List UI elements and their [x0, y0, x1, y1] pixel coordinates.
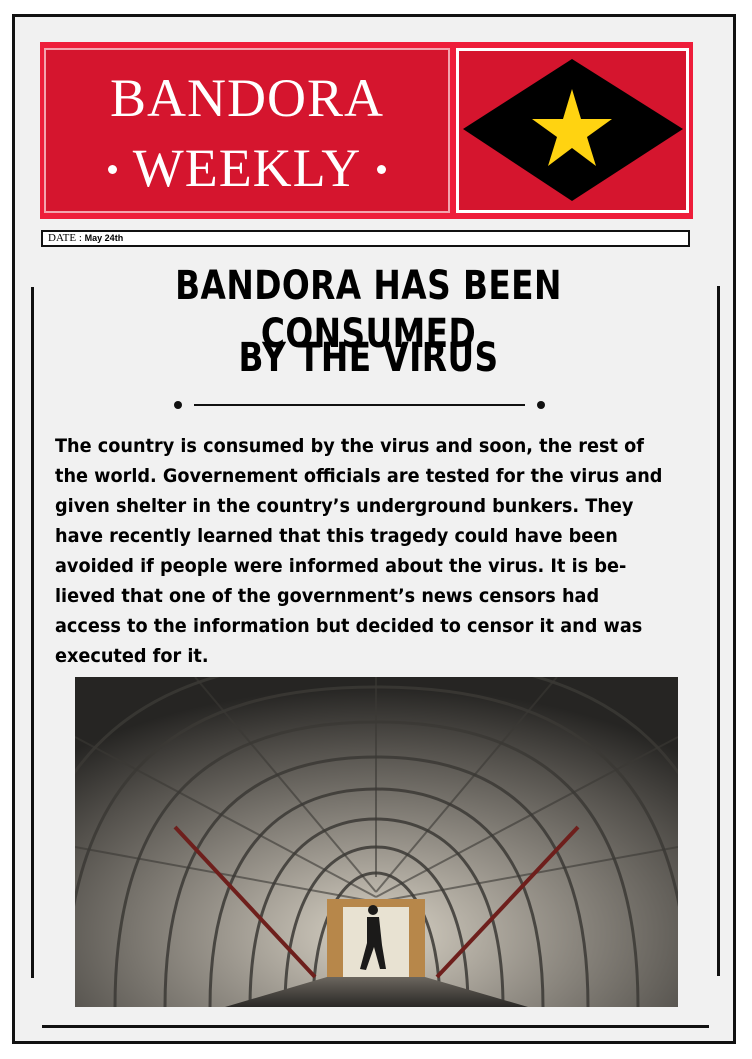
title-line-1: BANDORA: [109, 68, 385, 128]
body-line: lieved that one of the government’s news…: [55, 585, 600, 607]
ornamental-divider: [172, 398, 548, 412]
divider-line: [194, 404, 525, 406]
bullet-dot-icon: [107, 165, 117, 175]
bottom-rule: [42, 1025, 709, 1028]
body-line: have recently learned that this tragedy …: [55, 525, 618, 547]
headline-line-2: BY THE VIRUS: [238, 335, 499, 381]
diamond-star-emblem-icon: [463, 59, 683, 201]
flag-emblem: [456, 48, 689, 213]
right-column-rule: [717, 286, 720, 976]
body-line: access to the information but decided to…: [55, 615, 643, 637]
body-line: The country is consumed by the virus and…: [55, 435, 644, 457]
divider-dot-icon: [174, 401, 182, 409]
body-line: given shelter in the country’s undergrou…: [55, 495, 634, 517]
body-line: avoided if people were informed about th…: [55, 555, 627, 577]
body-line: the world. Governement officials are tes…: [55, 465, 663, 487]
date-bar: DATE : May 24th: [41, 230, 690, 247]
date-label: DATE :: [48, 232, 82, 244]
title-line-2-text: WEEKLY: [132, 138, 362, 198]
left-column-rule: [31, 287, 34, 978]
title-line-2: WEEKLY: [46, 138, 448, 198]
body-line: executed for it.: [55, 645, 209, 667]
masthead: BANDORA WEEKLY: [40, 42, 693, 219]
bullet-dot-icon: [377, 165, 387, 175]
tunnel-image: [75, 677, 678, 1007]
bunker-tunnel-photo: [75, 677, 678, 1007]
newspaper-title: BANDORA WEEKLY: [44, 48, 450, 213]
date-value: May 24th: [84, 233, 124, 243]
article-body: The country is consumed by the virus and…: [55, 431, 695, 671]
divider-dot-icon: [537, 401, 545, 409]
